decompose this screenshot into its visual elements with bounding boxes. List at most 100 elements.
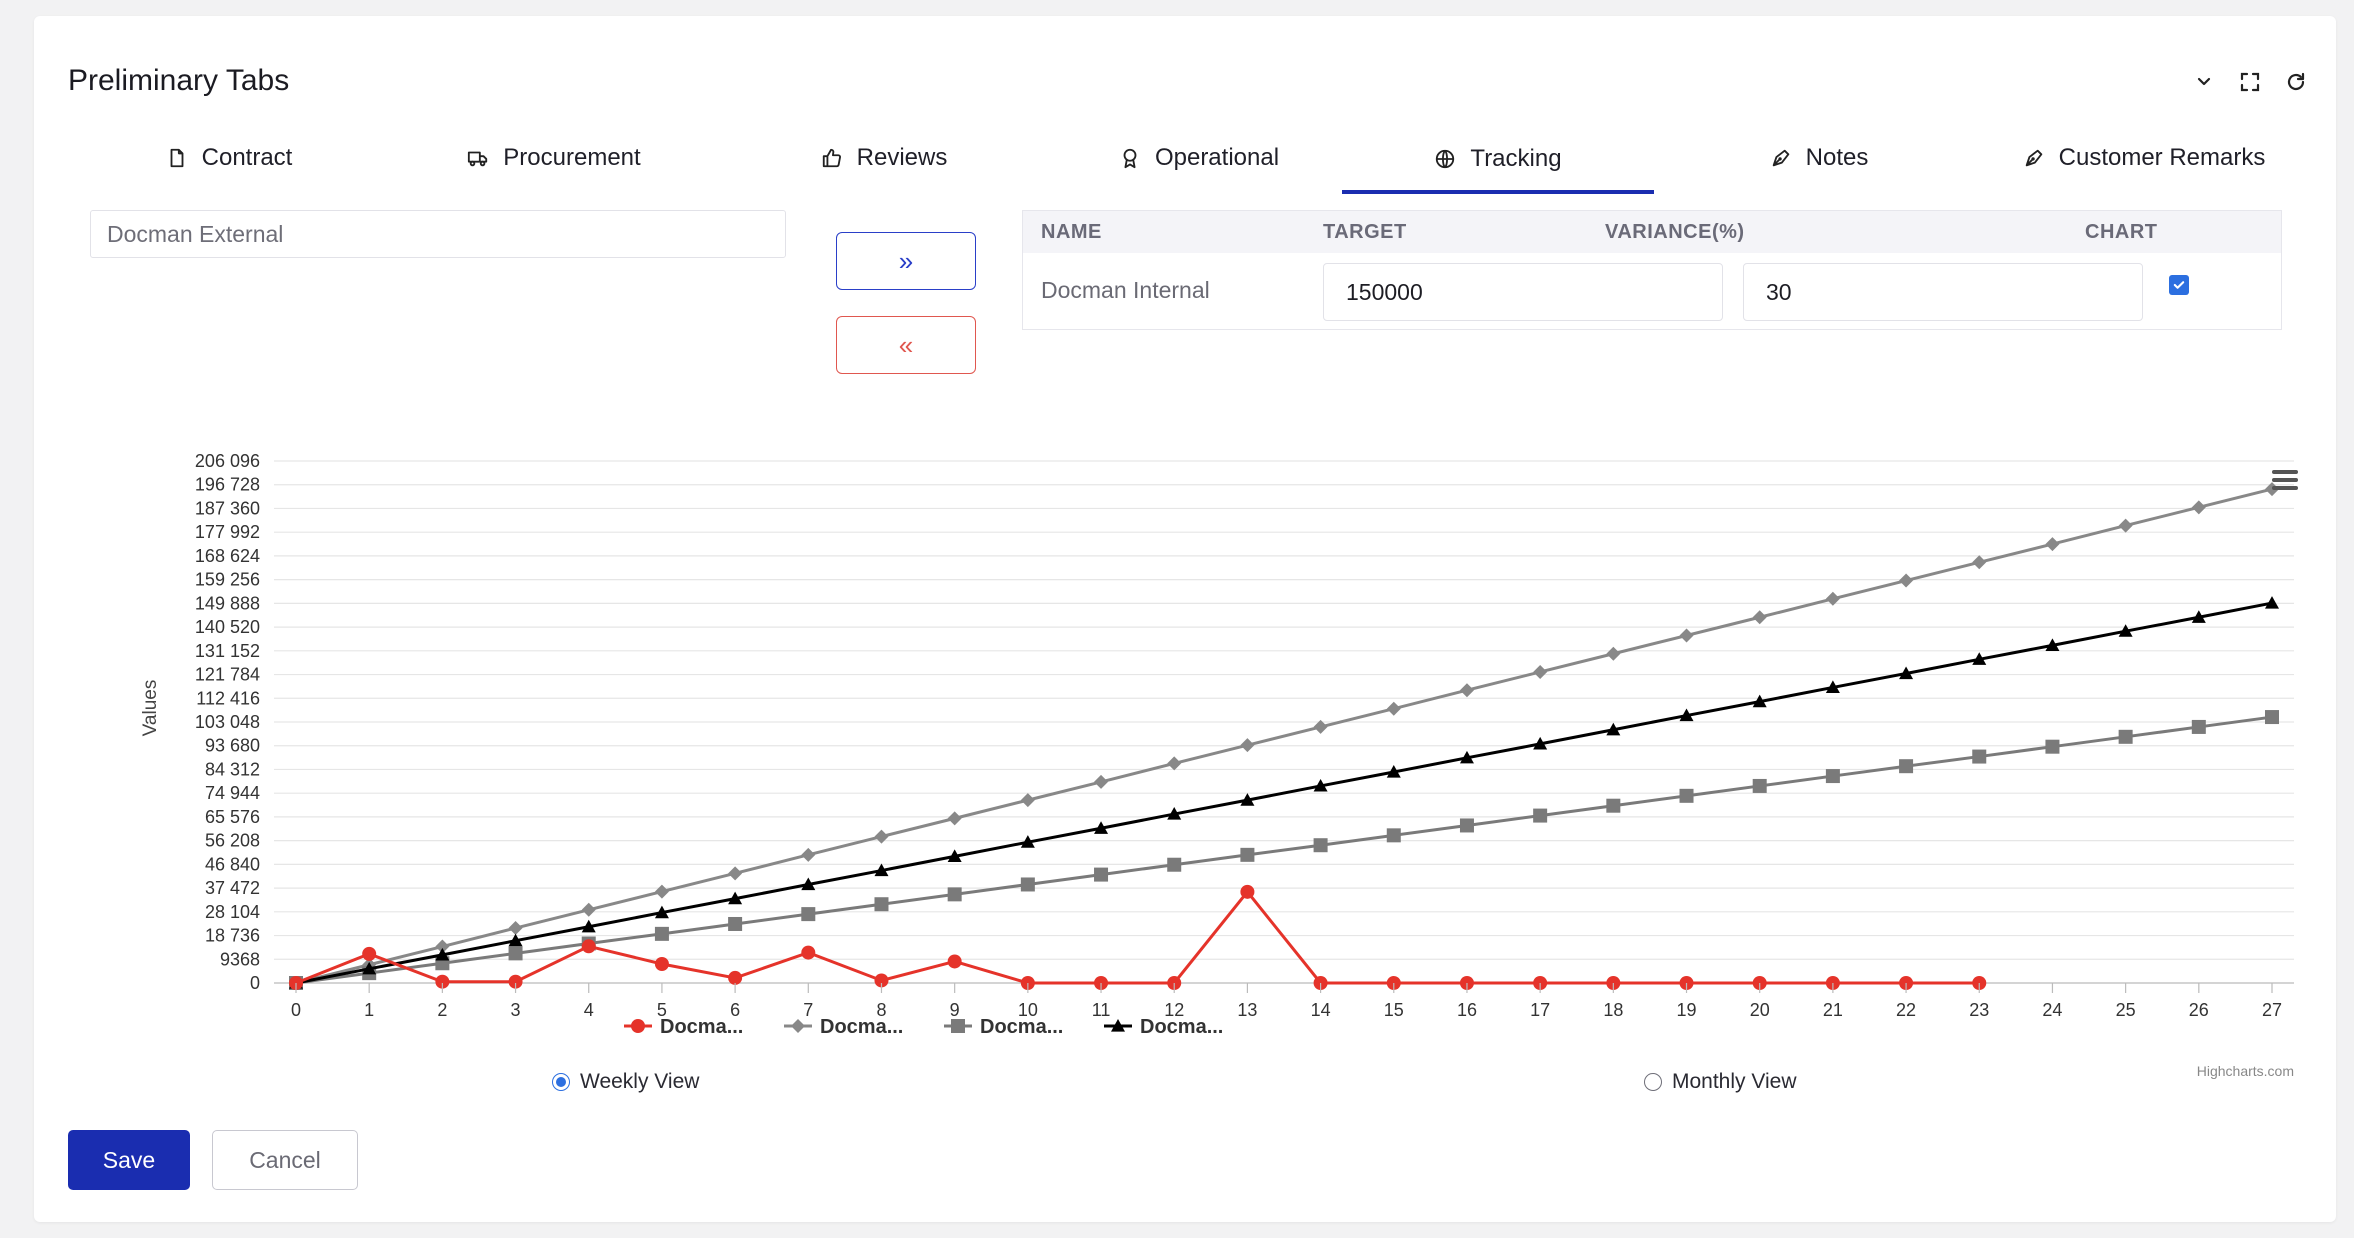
y-tick-label: 196 728: [195, 475, 260, 495]
chevron-down-icon[interactable]: [2192, 70, 2216, 94]
y-tick-label: 65 576: [205, 807, 260, 827]
data-point[interactable]: [1240, 738, 1255, 753]
data-point[interactable]: [1972, 749, 1987, 764]
available-item-docman-external[interactable]: Docman External: [90, 210, 786, 258]
table-header: NAME TARGET VARIANCE(%) CHART: [1023, 211, 2281, 253]
x-tick-label: 4: [584, 1000, 594, 1020]
y-tick-label: 131 152: [195, 641, 260, 661]
data-point[interactable]: [362, 946, 377, 961]
data-point[interactable]: [1679, 628, 1694, 643]
data-point[interactable]: [791, 1019, 805, 1033]
data-point[interactable]: [654, 957, 669, 972]
data-point[interactable]: [2118, 518, 2133, 533]
monthly-view-radio[interactable]: Monthly View: [1644, 1070, 1797, 1094]
tab-operational[interactable]: Operational: [1084, 128, 1314, 188]
data-point[interactable]: [874, 829, 889, 844]
legend-label: Docma...: [980, 1016, 1063, 1038]
data-point[interactable]: [1752, 610, 1767, 625]
data-point[interactable]: [2191, 500, 2206, 515]
data-point[interactable]: [1533, 664, 1548, 679]
chart-checkbox[interactable]: [2169, 275, 2189, 295]
tab-contract[interactable]: Contract: [134, 128, 324, 188]
variance-input[interactable]: 30: [1743, 263, 2143, 321]
data-point[interactable]: [1679, 788, 1694, 803]
data-point[interactable]: [654, 926, 669, 941]
chart-series: [289, 482, 2279, 990]
data-point[interactable]: [508, 946, 523, 961]
data-point[interactable]: [2118, 729, 2133, 744]
tab-customer-remarks[interactable]: Customer Remarks: [1984, 128, 2304, 188]
tab-procurement[interactable]: Procurement: [434, 128, 674, 188]
data-point[interactable]: [1167, 756, 1182, 771]
data-point[interactable]: [2045, 739, 2060, 754]
data-point[interactable]: [1606, 798, 1621, 813]
data-point[interactable]: [1972, 555, 1987, 570]
data-point[interactable]: [631, 1019, 645, 1033]
data-point[interactable]: [1752, 778, 1767, 793]
y-tick-label: 0: [250, 973, 260, 993]
data-point[interactable]: [581, 902, 596, 917]
data-point[interactable]: [1094, 867, 1109, 882]
legend-label: Docma...: [820, 1016, 903, 1038]
weekly-view-radio[interactable]: Weekly View: [552, 1070, 699, 1094]
data-point[interactable]: [1020, 877, 1035, 892]
data-point[interactable]: [947, 954, 962, 969]
data-point[interactable]: [1386, 828, 1401, 843]
data-point[interactable]: [947, 811, 962, 826]
data-point[interactable]: [801, 847, 816, 862]
data-point[interactable]: [2265, 596, 2279, 609]
data-point[interactable]: [1459, 818, 1474, 833]
refresh-icon[interactable]: [2284, 70, 2308, 94]
cancel-button[interactable]: Cancel: [212, 1130, 358, 1190]
chart-credit: Highcharts.com: [2197, 1063, 2294, 1079]
legend-item[interactable]: Docma...: [944, 1016, 1063, 1038]
data-point[interactable]: [1313, 838, 1328, 853]
data-point[interactable]: [947, 887, 962, 902]
pen-tool-icon: [1772, 149, 1789, 167]
data-point[interactable]: [801, 945, 816, 960]
move-left-button[interactable]: «: [836, 316, 976, 374]
tab-notes[interactable]: Notes: [1734, 128, 1904, 188]
tab-tracking[interactable]: Tracking: [1342, 128, 1654, 194]
y-tick-label: 187 360: [195, 498, 260, 518]
data-point[interactable]: [1386, 701, 1401, 716]
chart-menu-icon[interactable]: [2272, 470, 2298, 490]
data-point[interactable]: [874, 897, 889, 912]
data-point[interactable]: [2191, 719, 2206, 734]
data-point[interactable]: [508, 921, 523, 936]
data-point[interactable]: [728, 916, 743, 931]
x-tick-label: 26: [2189, 1000, 2209, 1020]
fullscreen-icon[interactable]: [2238, 70, 2262, 94]
data-point[interactable]: [1020, 793, 1035, 808]
pen-tool-icon: [2025, 149, 2042, 167]
y-tick-label: 206 096: [195, 451, 260, 471]
data-point[interactable]: [1240, 884, 1255, 899]
data-point[interactable]: [1094, 774, 1109, 789]
data-point[interactable]: [1606, 646, 1621, 661]
save-button[interactable]: Save: [68, 1130, 190, 1190]
data-point[interactable]: [1459, 683, 1474, 698]
data-point[interactable]: [2045, 537, 2060, 552]
tab-reviews[interactable]: Reviews: [789, 128, 979, 188]
data-point[interactable]: [728, 866, 743, 881]
data-point[interactable]: [801, 907, 816, 922]
data-point[interactable]: [1825, 769, 1840, 784]
data-point[interactable]: [1167, 857, 1182, 872]
tracking-chart: 0 9368 18 736 28 104 37 472 46 840 56 208 65 57…: [94, 426, 2314, 1086]
legend-item[interactable]: Docma...: [1104, 1016, 1223, 1038]
data-point[interactable]: [951, 1019, 965, 1033]
data-point[interactable]: [2265, 710, 2279, 725]
move-right-button[interactable]: »: [836, 232, 976, 290]
data-point[interactable]: [1240, 847, 1255, 862]
target-input[interactable]: 150000: [1323, 263, 1723, 321]
legend-item[interactable]: Docma...: [784, 1016, 903, 1038]
monthly-view-label: Monthly View: [1672, 1070, 1797, 1093]
legend-item[interactable]: Docma...: [624, 1016, 743, 1038]
data-point[interactable]: [1899, 759, 1914, 774]
tab-label: Operational: [1154, 144, 1280, 171]
data-point[interactable]: [581, 939, 596, 954]
data-point[interactable]: [654, 884, 669, 899]
data-point[interactable]: [1899, 573, 1914, 588]
data-point[interactable]: [728, 970, 743, 985]
data-point[interactable]: [1533, 808, 1548, 823]
